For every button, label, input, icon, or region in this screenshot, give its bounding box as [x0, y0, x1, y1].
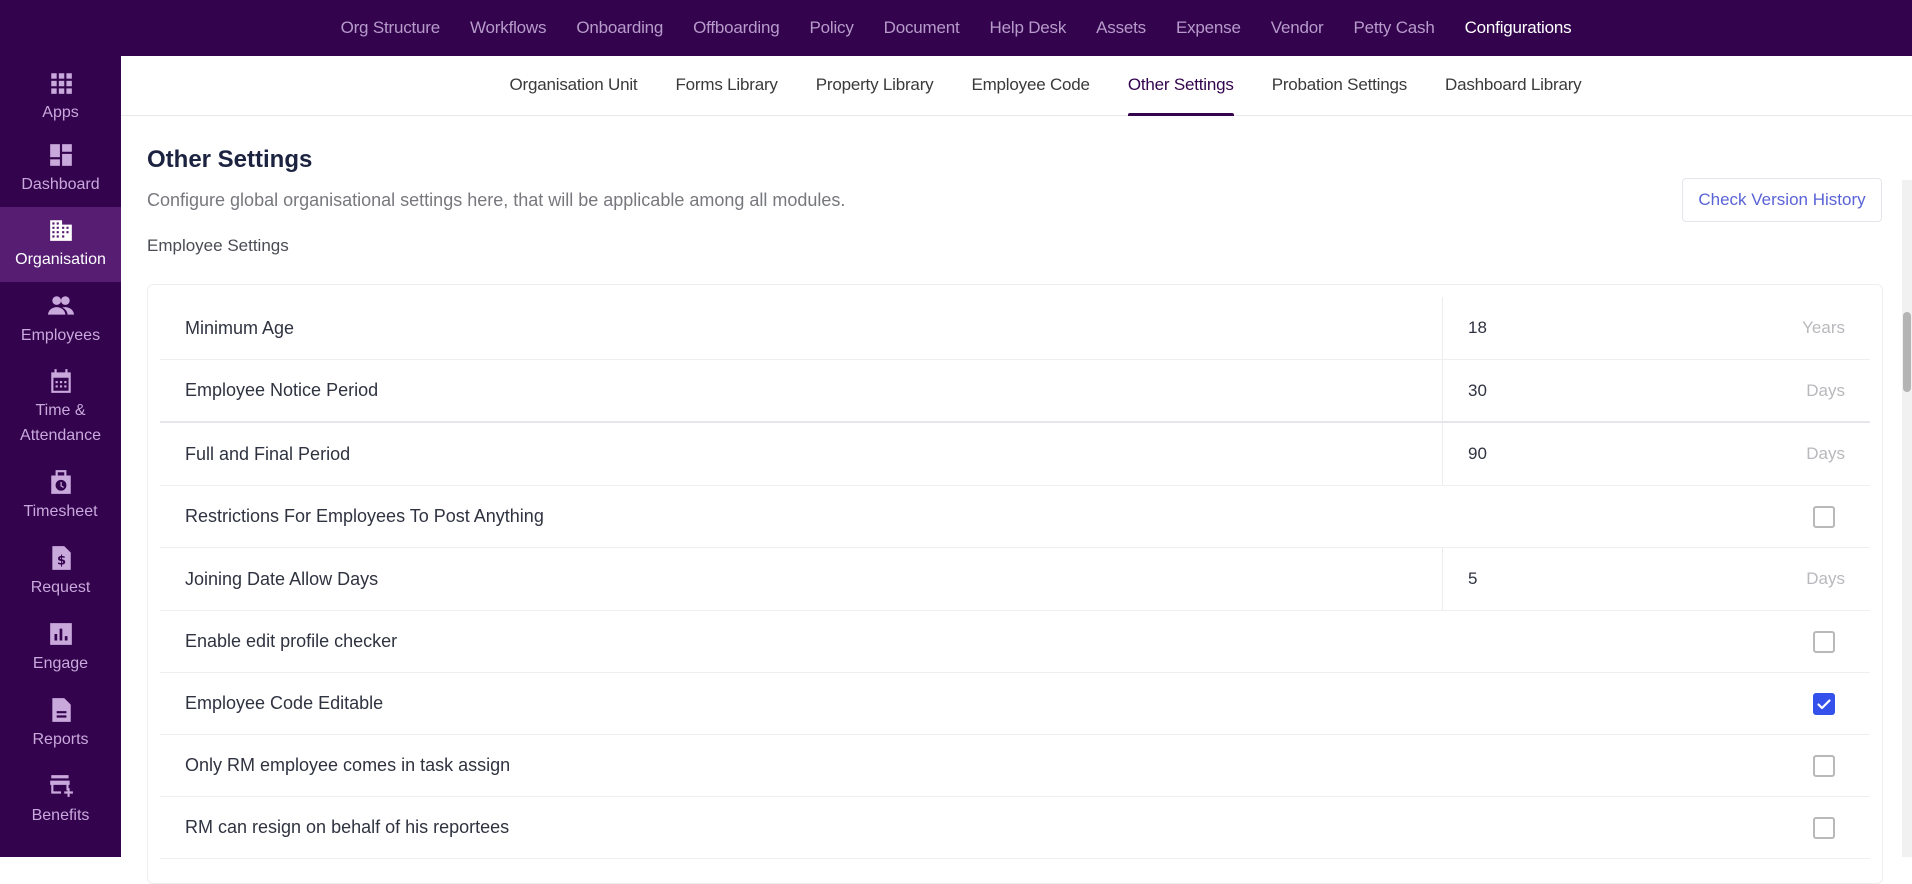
sidebar-item-employees[interactable]: Employees — [0, 282, 121, 358]
sidebar-item-apps[interactable]: Apps — [0, 56, 121, 131]
setting-row-full-and-final-period: Full and Final Period Days — [160, 423, 1870, 486]
tab-organisation-unit[interactable]: Organisation Unit — [491, 56, 657, 116]
rm-task-assign-checkbox[interactable] — [1813, 754, 1835, 777]
svg-text:$: $ — [57, 553, 66, 568]
topnav-policy[interactable]: Policy — [794, 18, 868, 38]
apps-grid-icon — [48, 70, 74, 96]
topnav-workflows[interactable]: Workflows — [455, 18, 561, 38]
restrictions-post-checkbox[interactable] — [1813, 505, 1835, 528]
tab-property-library[interactable]: Property Library — [797, 56, 953, 116]
setting-label: Full and Final Period — [185, 443, 351, 464]
setting-label: Joining Date Allow Days — [185, 568, 379, 589]
setting-row-restrictions-post: Restrictions For Employees To Post Anyth… — [160, 486, 1870, 548]
sidebar-item-label: Apps — [42, 104, 79, 121]
sidebar-item-time-attendance[interactable]: Time & Attendance — [0, 358, 121, 458]
store-add-icon — [48, 773, 74, 799]
employee-settings-card: Minimum Age Years Employee Notice Period… — [147, 284, 1883, 884]
sidebar: Apps Dashboard Organisation Employees Ti… — [0, 56, 121, 857]
check-version-history-button[interactable]: Check Version History — [1682, 178, 1882, 222]
settings-subnav: Organisation Unit Forms Library Property… — [121, 56, 1912, 116]
setting-row-employee-code-editable: Employee Code Editable — [160, 673, 1870, 735]
sidebar-item-reports[interactable]: Reports — [0, 686, 121, 762]
setting-row-employee-notice-period: Employee Notice Period Days — [160, 360, 1870, 423]
employee-code-editable-checkbox[interactable] — [1813, 692, 1835, 715]
employee-notice-period-input[interactable] — [1443, 360, 1870, 421]
topnav-configurations[interactable]: Configurations — [1450, 18, 1587, 38]
top-navbar: Org Structure Workflows Onboarding Offbo… — [0, 0, 1912, 56]
joining-date-allow-days-input[interactable] — [1443, 548, 1870, 610]
sidebar-item-label: Benefits — [31, 806, 90, 824]
topnav-onboarding[interactable]: Onboarding — [561, 18, 678, 38]
page-title: Other Settings — [147, 146, 313, 173]
topnav-petty-cash[interactable]: Petty Cash — [1338, 18, 1449, 38]
sidebar-item-timesheet[interactable]: Timesheet — [0, 458, 121, 534]
sidebar-item-label: Time & Attendance — [20, 402, 101, 444]
sidebar-item-label: Organisation — [15, 251, 106, 268]
sidebar-item-request[interactable]: $ Request — [0, 534, 121, 610]
setting-label: Minimum Age — [185, 317, 295, 338]
scrollbar-track[interactable] — [1902, 180, 1912, 857]
sidebar-item-label: Reports — [32, 730, 89, 748]
people-icon — [47, 293, 74, 319]
topnav-vendor[interactable]: Vendor — [1256, 18, 1339, 38]
setting-label: Employee Notice Period — [185, 380, 379, 400]
checkmark-icon — [1817, 698, 1831, 709]
calendar-icon — [48, 368, 74, 394]
tab-probation-settings[interactable]: Probation Settings — [1253, 56, 1426, 116]
edit-profile-checker-checkbox[interactable] — [1813, 630, 1835, 653]
sidebar-item-dashboard[interactable]: Dashboard — [0, 131, 121, 207]
scrollbar-thumb[interactable] — [1903, 312, 1911, 392]
module-nav: Org Structure Workflows Onboarding Offbo… — [326, 18, 1587, 38]
dollar-document-icon: $ — [48, 545, 74, 571]
sidebar-item-label: Dashboard — [21, 175, 100, 193]
tab-forms-library[interactable]: Forms Library — [656, 56, 796, 116]
sidebar-item-engage[interactable]: Engage — [0, 610, 121, 686]
sidebar-item-benefits[interactable]: Benefits — [0, 762, 121, 838]
setting-row-rm-task-assign: Only RM employee comes in task assign — [160, 735, 1870, 797]
tab-dashboard-library[interactable]: Dashboard Library — [1426, 56, 1600, 116]
tab-employee-code[interactable]: Employee Code — [952, 56, 1108, 116]
topnav-org-structure[interactable]: Org Structure — [326, 18, 455, 38]
setting-label: Restrictions For Employees To Post Anyth… — [185, 506, 544, 526]
topnav-assets[interactable]: Assets — [1081, 18, 1161, 38]
report-document-icon — [48, 697, 74, 723]
setting-label: Employee Code Editable — [185, 693, 384, 713]
sidebar-item-label: Timesheet — [23, 502, 98, 520]
sidebar-item-organisation[interactable]: Organisation — [0, 207, 121, 282]
sidebar-item-label: Engage — [32, 654, 89, 672]
setting-label: Enable edit profile checker — [185, 631, 398, 651]
tab-other-settings[interactable]: Other Settings — [1109, 56, 1253, 116]
sidebar-item-label: Employees — [20, 326, 101, 344]
bar-chart-icon — [48, 621, 74, 647]
setting-label: RM can resign on behalf of his reportees — [185, 817, 510, 837]
section-label: Employee Settings — [147, 236, 289, 255]
building-icon — [48, 217, 74, 243]
topnav-help-desk[interactable]: Help Desk — [975, 18, 1082, 38]
page-description: Configure global organisational settings… — [147, 190, 846, 210]
topnav-expense[interactable]: Expense — [1161, 18, 1256, 38]
setting-row-joining-date-allow-days: Joining Date Allow Days Days — [160, 548, 1870, 611]
topnav-document[interactable]: Document — [869, 18, 975, 38]
setting-label: Only RM employee comes in task assign — [185, 755, 511, 775]
setting-row-minimum-age: Minimum Age Years — [160, 297, 1870, 360]
setting-row-edit-profile-checker: Enable edit profile checker — [160, 611, 1870, 673]
full-and-final-period-input[interactable] — [1443, 423, 1870, 485]
topnav-offboarding[interactable]: Offboarding — [678, 18, 794, 38]
rm-resign-behalf-checkbox[interactable] — [1813, 816, 1835, 839]
minimum-age-input[interactable] — [1443, 297, 1870, 359]
main-content: Other Settings Configure global organisa… — [121, 116, 1912, 884]
timesheet-clock-icon — [48, 469, 74, 495]
sidebar-item-label: Request — [30, 578, 91, 596]
setting-row-rm-resign-behalf: RM can resign on behalf of his reportees — [160, 797, 1870, 859]
dashboard-icon — [48, 142, 74, 168]
